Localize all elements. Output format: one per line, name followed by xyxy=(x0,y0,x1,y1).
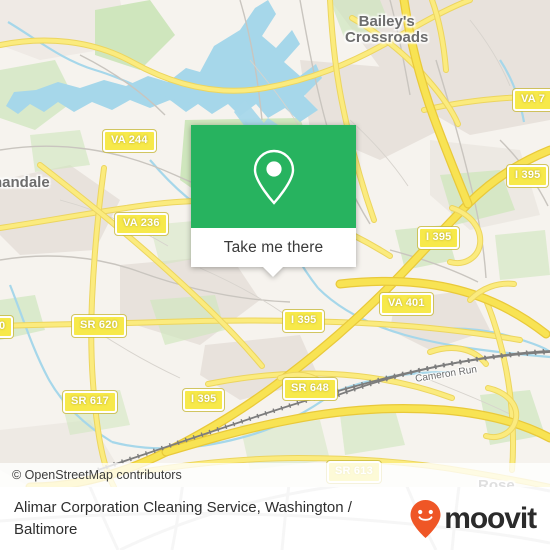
shield-text: SR 617 xyxy=(71,395,109,407)
shield-text: 0 xyxy=(0,320,6,332)
road-shield-va-401: VA 401 xyxy=(380,293,433,315)
shield-text: I 395 xyxy=(426,231,452,243)
road-shield-i-395-c: I 395 xyxy=(283,310,325,332)
shield-text: VA 244 xyxy=(111,134,148,146)
footer-bar: Alimar Corporation Cleaning Service, Was… xyxy=(0,487,550,550)
road-shield-sr-620: SR 620 xyxy=(72,315,126,337)
road-shield-sr-617: SR 617 xyxy=(63,391,117,413)
shield-text: VA 401 xyxy=(388,297,425,309)
road-shield-sr-648: SR 648 xyxy=(283,378,337,400)
location-popup[interactable]: Take me there xyxy=(191,125,356,277)
shield-text: I 395 xyxy=(515,169,541,181)
take-me-there-label: Take me there xyxy=(223,238,324,256)
road-shield-partial-west: 0 xyxy=(0,316,14,338)
shield-text: VA 7 xyxy=(521,93,546,105)
map-pin-icon xyxy=(253,149,294,205)
moovit-brand[interactable]: moovit xyxy=(409,499,537,539)
attribution-text: © OpenStreetMap contributors xyxy=(12,468,182,482)
road-shield-va-244: VA 244 xyxy=(103,130,156,152)
shield-text: I 395 xyxy=(291,314,317,326)
map-screenshot: .park { fill:#cfe6bd; } .wood { fill:#c8… xyxy=(0,0,550,550)
road-shield-i-395-sw: I 395 xyxy=(183,389,225,411)
shield-text: SR 648 xyxy=(291,382,329,394)
popup-tail xyxy=(263,267,283,277)
road-shield-va-7: VA 7 xyxy=(513,89,550,111)
popup-header xyxy=(191,125,356,228)
road-shield-va-236: VA 236 xyxy=(115,213,168,235)
shield-text: VA 236 xyxy=(123,217,160,229)
page-title: Alimar Corporation Cleaning Service, Was… xyxy=(14,499,352,538)
moovit-pin-smiley-icon xyxy=(410,499,441,538)
road-shield-i-395-e: I 395 xyxy=(418,227,460,249)
road-shield-i-395-ne: I 395 xyxy=(507,165,549,187)
shield-text: SR 620 xyxy=(80,319,118,331)
shield-text: I 395 xyxy=(191,393,217,405)
popup-action[interactable]: Take me there xyxy=(191,228,356,267)
map-attribution[interactable]: © OpenStreetMap contributors xyxy=(0,463,550,487)
moovit-wordmark: moovit xyxy=(444,501,537,535)
map-canvas[interactable]: .park { fill:#cfe6bd; } .wood { fill:#c8… xyxy=(0,0,550,487)
